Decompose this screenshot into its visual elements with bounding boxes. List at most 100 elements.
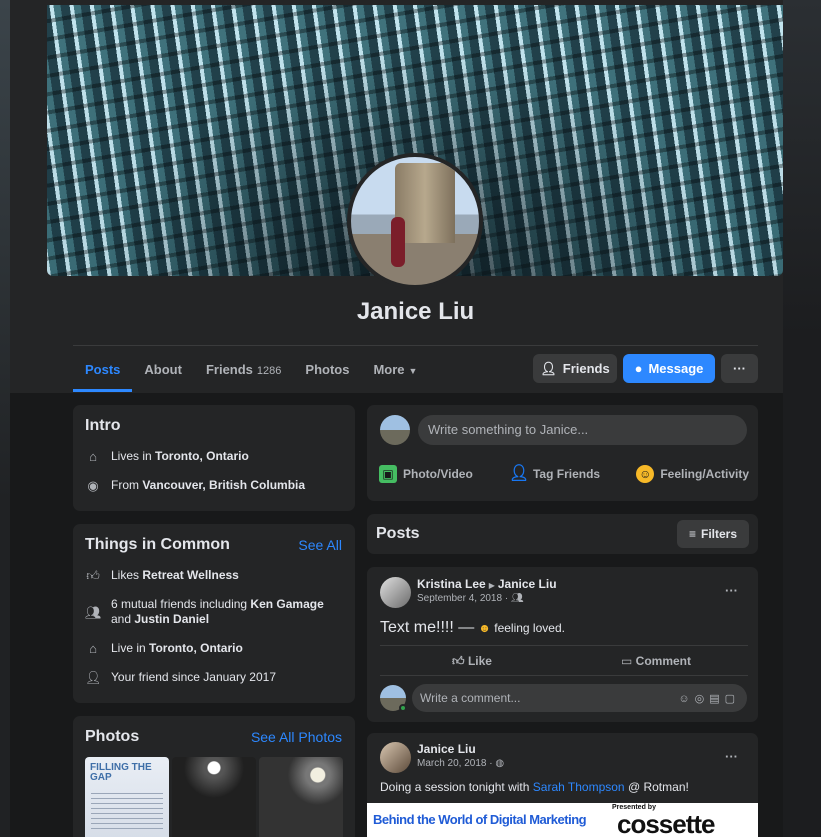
post-image-banner[interactable]: Behind the World of Digital Marketing Pr… [367,803,758,837]
friend-since-icon: 👤︎ [85,670,102,685]
common-live-row: ⌂ Live in Toronto, Ontario [85,641,343,656]
gif-icon[interactable]: ▤ [709,693,724,705]
photo-thumbnail[interactable] [172,757,256,837]
loved-emoji-icon: ☻ [478,621,491,635]
common-live-link[interactable]: Toronto, Ontario [149,641,243,655]
post-date: March 20, 2018 · ◍ [417,758,504,769]
friends-button[interactable]: 👤︎ Friends [533,354,617,383]
comment-label: Comment [635,654,692,668]
message-button-label: Message [648,361,704,376]
tag-friends-label: Tag Friends [532,467,601,481]
post-target-link[interactable]: Janice Liu [498,577,557,591]
photo-video-button[interactable]: ▣ Photo/Video [379,465,473,483]
post-body-text: Text me!!!! — [380,619,475,636]
author-avatar[interactable] [380,742,411,773]
feeling-activity-label: Feeling/Activity [660,467,749,481]
home-icon: ⌂ [89,449,97,464]
home-icon: ⌂ [89,641,97,656]
post-author-link[interactable]: Janice Liu [417,742,476,756]
caret-down-icon: ▼ [408,366,418,376]
comment-icon: ▭ [620,654,633,668]
friends-button-label: Friends [562,361,610,376]
post-kristina: Kristina Lee ▶ Janice Liu September 4, 201… [367,567,758,722]
mutual-friend-ken-link[interactable]: Ken Gamage [250,597,323,611]
post-divider [380,675,748,676]
post-actions: 👍︎ Like ▭ Comment [380,654,748,669]
profile-tabs: Posts About Friends 1286 Photos More ▼ [73,352,429,392]
post-options-icon[interactable]: ··· [725,749,738,764]
smiley-icon: ☺ [636,465,655,483]
intro-card: Intro ⌂ Lives in Toronto, Ontario ◉ From… [73,405,355,511]
like-label: Like [467,654,492,668]
post-date-link[interactable]: September 4, 2018 · [417,593,508,604]
intro-from-text: From Vancouver, British Columbia [111,478,306,492]
camera-icon[interactable]: ◎ [695,693,710,705]
intro-lives-link[interactable]: Toronto, Ontario [155,449,249,463]
feeling-activity-button[interactable]: ☺ Feeling/Activity [636,465,749,483]
post-janice: Janice Liu March 20, 2018 · ◍ ··· Doing … [367,733,758,837]
common-see-all-link[interactable]: See All [298,537,342,553]
photo-icon: ▣ [379,465,397,483]
common-likes-text: Likes Retreat Wellness [111,568,239,582]
viewer-avatar[interactable] [380,415,410,445]
tab-about[interactable]: About [132,352,194,392]
photo-thumbnail-title: FILLING THE GAP [90,762,152,783]
sticker-icon[interactable]: ▢ [725,693,740,705]
things-in-common-card: Things in Common See All 👍︎ Likes Retrea… [73,524,355,703]
tab-friends[interactable]: Friends 1286 [194,352,293,392]
photo-grid: FILLING THE GAP [85,757,343,837]
photo-thumbnail[interactable]: FILLING THE GAP [85,757,169,837]
common-likes-row: 👍︎ Likes Retreat Wellness [85,568,343,583]
post-date-link[interactable]: March 20, 2018 · [417,758,493,769]
location-pin-icon: ◉ [87,478,99,493]
tab-friends-label: Friends [205,362,253,377]
intro-title: Intro [85,417,121,434]
post-author-line: Kristina Lee ▶ Janice Liu [417,577,557,591]
friends-count: 1286 [256,365,282,377]
author-avatar[interactable] [380,577,411,608]
tab-photos-label: Photos [305,362,350,377]
composer-input[interactable]: Write something to Janice... [418,415,747,445]
emoji-icon[interactable]: ☺ [678,693,694,705]
avatar-person-image [391,217,405,267]
post-options-icon[interactable]: ··· [725,583,738,598]
intro-lives-text: Lives in Toronto, Ontario [111,449,249,463]
globe-icon: ◍ [495,758,505,769]
post-divider [380,645,748,646]
tab-more[interactable]: More ▼ [361,352,429,392]
tab-photos[interactable]: Photos [293,352,361,392]
profile-avatar[interactable] [347,153,483,289]
photo-thumbnail[interactable] [259,757,343,837]
post-author-line: Janice Liu [417,742,476,756]
common-live-text: Live in Toronto, Ontario [111,641,243,655]
post-composer: Write something to Janice... ▣ Photo/Vid… [367,405,758,501]
tagged-person-link[interactable]: Sarah Thompson [533,780,625,794]
posts-title: Posts [376,525,420,542]
online-status-icon [399,704,407,712]
post-body: Text me!!!! — ☻ feeling loved. [380,619,565,637]
comment-button[interactable]: ▭ Comment [564,654,748,669]
photos-see-all-link[interactable]: See All Photos [251,729,342,745]
banner-title: Behind the World of Digital Marketing [373,812,587,827]
friend-check-icon: 👤︎ [540,360,557,376]
post-author-link[interactable]: Kristina Lee [417,577,486,591]
common-likes-link[interactable]: Retreat Wellness [142,568,239,582]
common-mutual-text: 6 mutual friends including Ken Gamage and… [111,597,324,626]
message-button[interactable]: ● Message [623,354,715,383]
header-divider [73,345,758,346]
page-edge-left [0,0,10,837]
tab-posts[interactable]: Posts [73,352,133,392]
post-date: September 4, 2018 · 👥︎ [417,593,524,604]
intro-from-link[interactable]: Vancouver, British Columbia [142,478,305,492]
mutual-friend-justin-link[interactable]: Justin Daniel [134,612,209,626]
filters-button[interactable]: ≡ Filters [677,520,749,548]
thumbs-up-icon: 👍︎ [86,568,100,583]
like-icon: 👍︎ [452,654,465,668]
posts-header: Posts ≡ Filters [367,514,758,554]
profile-name: Janice Liu [356,298,475,325]
more-options-button[interactable]: ··· [721,354,758,383]
tag-friends-button[interactable]: 👤︎ Tag Friends [509,465,600,483]
like-button[interactable]: 👍︎ Like [380,654,564,669]
filters-label: Filters [701,527,738,541]
more-dots-icon: ··· [733,361,746,376]
